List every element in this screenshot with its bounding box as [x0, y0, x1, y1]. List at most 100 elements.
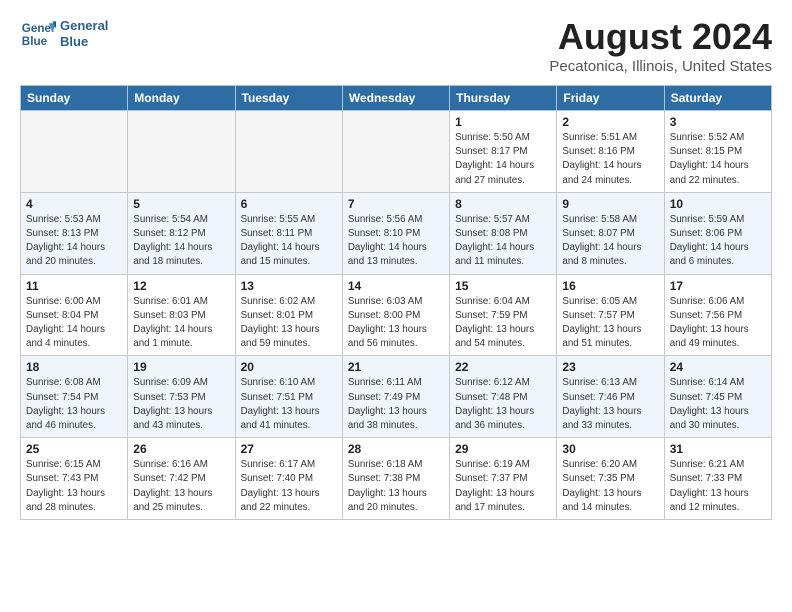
- day-cell: [235, 111, 342, 193]
- day-cell: 31Sunrise: 6:21 AMSunset: 7:33 PMDayligh…: [664, 438, 771, 520]
- day-number: 2: [562, 115, 658, 129]
- day-info: Sunrise: 6:02 AMSunset: 8:01 PMDaylight:…: [241, 295, 337, 352]
- day-header-row: SundayMondayTuesdayWednesdayThursdayFrid…: [21, 86, 772, 111]
- calendar: SundayMondayTuesdayWednesdayThursdayFrid…: [20, 85, 772, 520]
- day-info: Sunrise: 5:58 AMSunset: 8:07 PMDaylight:…: [562, 213, 658, 270]
- day-cell: 27 Sunrise: 6:17 AMSunset: 7:40 PMDayligh…: [235, 438, 342, 520]
- location-title: Pecatonica, Illinois, United States: [549, 58, 772, 75]
- day-number: 21: [348, 360, 444, 374]
- day-cell: [342, 111, 449, 193]
- day-header-sunday: Sunday: [21, 86, 128, 111]
- day-cell: 18 Sunrise: 6:08 AMSunset: 7:54 PMDayligh…: [21, 356, 128, 438]
- week-row-0: 1 Sunrise: 5:50 AMSunset: 8:17 PMDaylight…: [21, 111, 772, 193]
- day-cell: 22 Sunrise: 6:12 AMSunset: 7:48 PMDayligh…: [450, 356, 557, 438]
- week-row-2: 11 Sunrise: 6:00 AMSunset: 8:04 PMDayligh…: [21, 274, 772, 356]
- day-number: 16: [562, 279, 658, 293]
- day-info: Sunrise: 6:11 AMSunset: 7:49 PMDaylight:…: [348, 376, 444, 433]
- day-cell: 26Sunrise: 6:16 AMSunset: 7:42 PMDayligh…: [128, 438, 235, 520]
- day-cell: 14Sunrise: 6:03 AMSunset: 8:00 PMDayligh…: [342, 274, 449, 356]
- day-cell: 30Sunrise: 6:20 AMSunset: 7:35 PMDayligh…: [557, 438, 664, 520]
- day-cell: 20Sunrise: 6:10 AMSunset: 7:51 PMDayligh…: [235, 356, 342, 438]
- day-cell: 12 Sunrise: 6:01 AMSunset: 8:03 PMDayligh…: [128, 274, 235, 356]
- day-info: Sunrise: 6:14 AMSunset: 7:45 PMDaylight:…: [670, 376, 766, 433]
- day-cell: 5 Sunrise: 5:54 AMSunset: 8:12 PMDaylight…: [128, 192, 235, 274]
- day-cell: 8 Sunrise: 5:57 AMSunset: 8:08 PMDaylight…: [450, 192, 557, 274]
- day-header-wednesday: Wednesday: [342, 86, 449, 111]
- day-info: Sunrise: 6:09 AMSunset: 7:53 PMDaylight:…: [133, 376, 229, 433]
- day-number: 5: [133, 197, 229, 211]
- day-header-monday: Monday: [128, 86, 235, 111]
- day-info: Sunrise: 5:50 AMSunset: 8:17 PMDaylight:…: [455, 131, 551, 188]
- day-cell: 23Sunrise: 6:13 AMSunset: 7:46 PMDayligh…: [557, 356, 664, 438]
- day-info: Sunrise: 6:21 AMSunset: 7:33 PMDaylight:…: [670, 458, 766, 515]
- day-number: 23: [562, 360, 658, 374]
- day-info: Sunrise: 6:19 AMSunset: 7:37 PMDaylight:…: [455, 458, 551, 515]
- day-cell: 28 Sunrise: 6:18 AMSunset: 7:38 PMDayligh…: [342, 438, 449, 520]
- day-number: 18: [26, 360, 122, 374]
- title-area: August 2024 Pecatonica, Illinois, United…: [549, 16, 772, 75]
- week-row-4: 25Sunrise: 6:15 AMSunset: 7:43 PMDayligh…: [21, 438, 772, 520]
- day-number: 19: [133, 360, 229, 374]
- day-info: Sunrise: 5:52 AMSunset: 8:15 PMDaylight:…: [670, 131, 766, 188]
- day-number: 14: [348, 279, 444, 293]
- day-cell: [128, 111, 235, 193]
- day-header-tuesday: Tuesday: [235, 86, 342, 111]
- day-number: 28: [348, 442, 444, 456]
- day-number: 29: [455, 442, 551, 456]
- month-title: August 2024: [549, 16, 772, 58]
- day-info: Sunrise: 6:08 AMSunset: 7:54 PMDaylight:…: [26, 376, 122, 433]
- day-info: Sunrise: 6:01 AMSunset: 8:03 PMDaylight:…: [133, 295, 229, 352]
- day-info: Sunrise: 6:17 AMSunset: 7:40 PMDaylight:…: [241, 458, 337, 515]
- day-cell: 7Sunrise: 5:56 AMSunset: 8:10 PMDaylight…: [342, 192, 449, 274]
- day-number: 6: [241, 197, 337, 211]
- day-number: 9: [562, 197, 658, 211]
- day-cell: 15 Sunrise: 6:04 AMSunset: 7:59 PMDayligh…: [450, 274, 557, 356]
- day-info: Sunrise: 5:54 AMSunset: 8:12 PMDaylight:…: [133, 213, 229, 270]
- logo-blue: Blue: [60, 34, 108, 50]
- day-info: Sunrise: 5:51 AMSunset: 8:16 PMDaylight:…: [562, 131, 658, 188]
- day-info: Sunrise: 6:00 AMSunset: 8:04 PMDaylight:…: [26, 295, 122, 352]
- day-header-saturday: Saturday: [664, 86, 771, 111]
- day-number: 22: [455, 360, 551, 374]
- day-cell: 17Sunrise: 6:06 AMSunset: 7:56 PMDayligh…: [664, 274, 771, 356]
- day-info: Sunrise: 6:18 AMSunset: 7:38 PMDaylight:…: [348, 458, 444, 515]
- day-info: Sunrise: 6:04 AMSunset: 7:59 PMDaylight:…: [455, 295, 551, 352]
- day-cell: 1 Sunrise: 5:50 AMSunset: 8:17 PMDaylight…: [450, 111, 557, 193]
- day-info: Sunrise: 5:57 AMSunset: 8:08 PMDaylight:…: [455, 213, 551, 270]
- day-number: 1: [455, 115, 551, 129]
- day-number: 7: [348, 197, 444, 211]
- day-header-friday: Friday: [557, 86, 664, 111]
- logo-general: General: [60, 18, 108, 34]
- day-cell: 9 Sunrise: 5:58 AMSunset: 8:07 PMDaylight…: [557, 192, 664, 274]
- day-info: Sunrise: 6:06 AMSunset: 7:56 PMDaylight:…: [670, 295, 766, 352]
- day-number: 13: [241, 279, 337, 293]
- logo: General Blue General Blue: [20, 16, 108, 52]
- day-info: Sunrise: 5:59 AMSunset: 8:06 PMDaylight:…: [670, 213, 766, 270]
- day-cell: 24Sunrise: 6:14 AMSunset: 7:45 PMDayligh…: [664, 356, 771, 438]
- week-row-3: 18 Sunrise: 6:08 AMSunset: 7:54 PMDayligh…: [21, 356, 772, 438]
- day-info: Sunrise: 6:10 AMSunset: 7:51 PMDaylight:…: [241, 376, 337, 433]
- day-number: 27: [241, 442, 337, 456]
- day-cell: 19 Sunrise: 6:09 AMSunset: 7:53 PMDayligh…: [128, 356, 235, 438]
- day-cell: 3 Sunrise: 5:52 AMSunset: 8:15 PMDaylight…: [664, 111, 771, 193]
- day-info: Sunrise: 6:20 AMSunset: 7:35 PMDaylight:…: [562, 458, 658, 515]
- day-cell: 25Sunrise: 6:15 AMSunset: 7:43 PMDayligh…: [21, 438, 128, 520]
- day-cell: 29 Sunrise: 6:19 AMSunset: 7:37 PMDayligh…: [450, 438, 557, 520]
- day-cell: 21 Sunrise: 6:11 AMSunset: 7:49 PMDayligh…: [342, 356, 449, 438]
- day-cell: 13 Sunrise: 6:02 AMSunset: 8:01 PMDayligh…: [235, 274, 342, 356]
- day-info: Sunrise: 5:53 AMSunset: 8:13 PMDaylight:…: [26, 213, 122, 270]
- day-info: Sunrise: 6:05 AMSunset: 7:57 PMDaylight:…: [562, 295, 658, 352]
- day-number: 4: [26, 197, 122, 211]
- day-cell: 4 Sunrise: 5:53 AMSunset: 8:13 PMDaylight…: [21, 192, 128, 274]
- day-number: 8: [455, 197, 551, 211]
- day-info: Sunrise: 6:15 AMSunset: 7:43 PMDaylight:…: [26, 458, 122, 515]
- day-cell: 6 Sunrise: 5:55 AMSunset: 8:11 PMDaylight…: [235, 192, 342, 274]
- day-number: 12: [133, 279, 229, 293]
- day-number: 11: [26, 279, 122, 293]
- day-number: 15: [455, 279, 551, 293]
- day-info: Sunrise: 5:55 AMSunset: 8:11 PMDaylight:…: [241, 213, 337, 270]
- day-cell: 16 Sunrise: 6:05 AMSunset: 7:57 PMDayligh…: [557, 274, 664, 356]
- day-number: 3: [670, 115, 766, 129]
- day-info: Sunrise: 6:12 AMSunset: 7:48 PMDaylight:…: [455, 376, 551, 433]
- logo-icon: General Blue: [20, 16, 56, 52]
